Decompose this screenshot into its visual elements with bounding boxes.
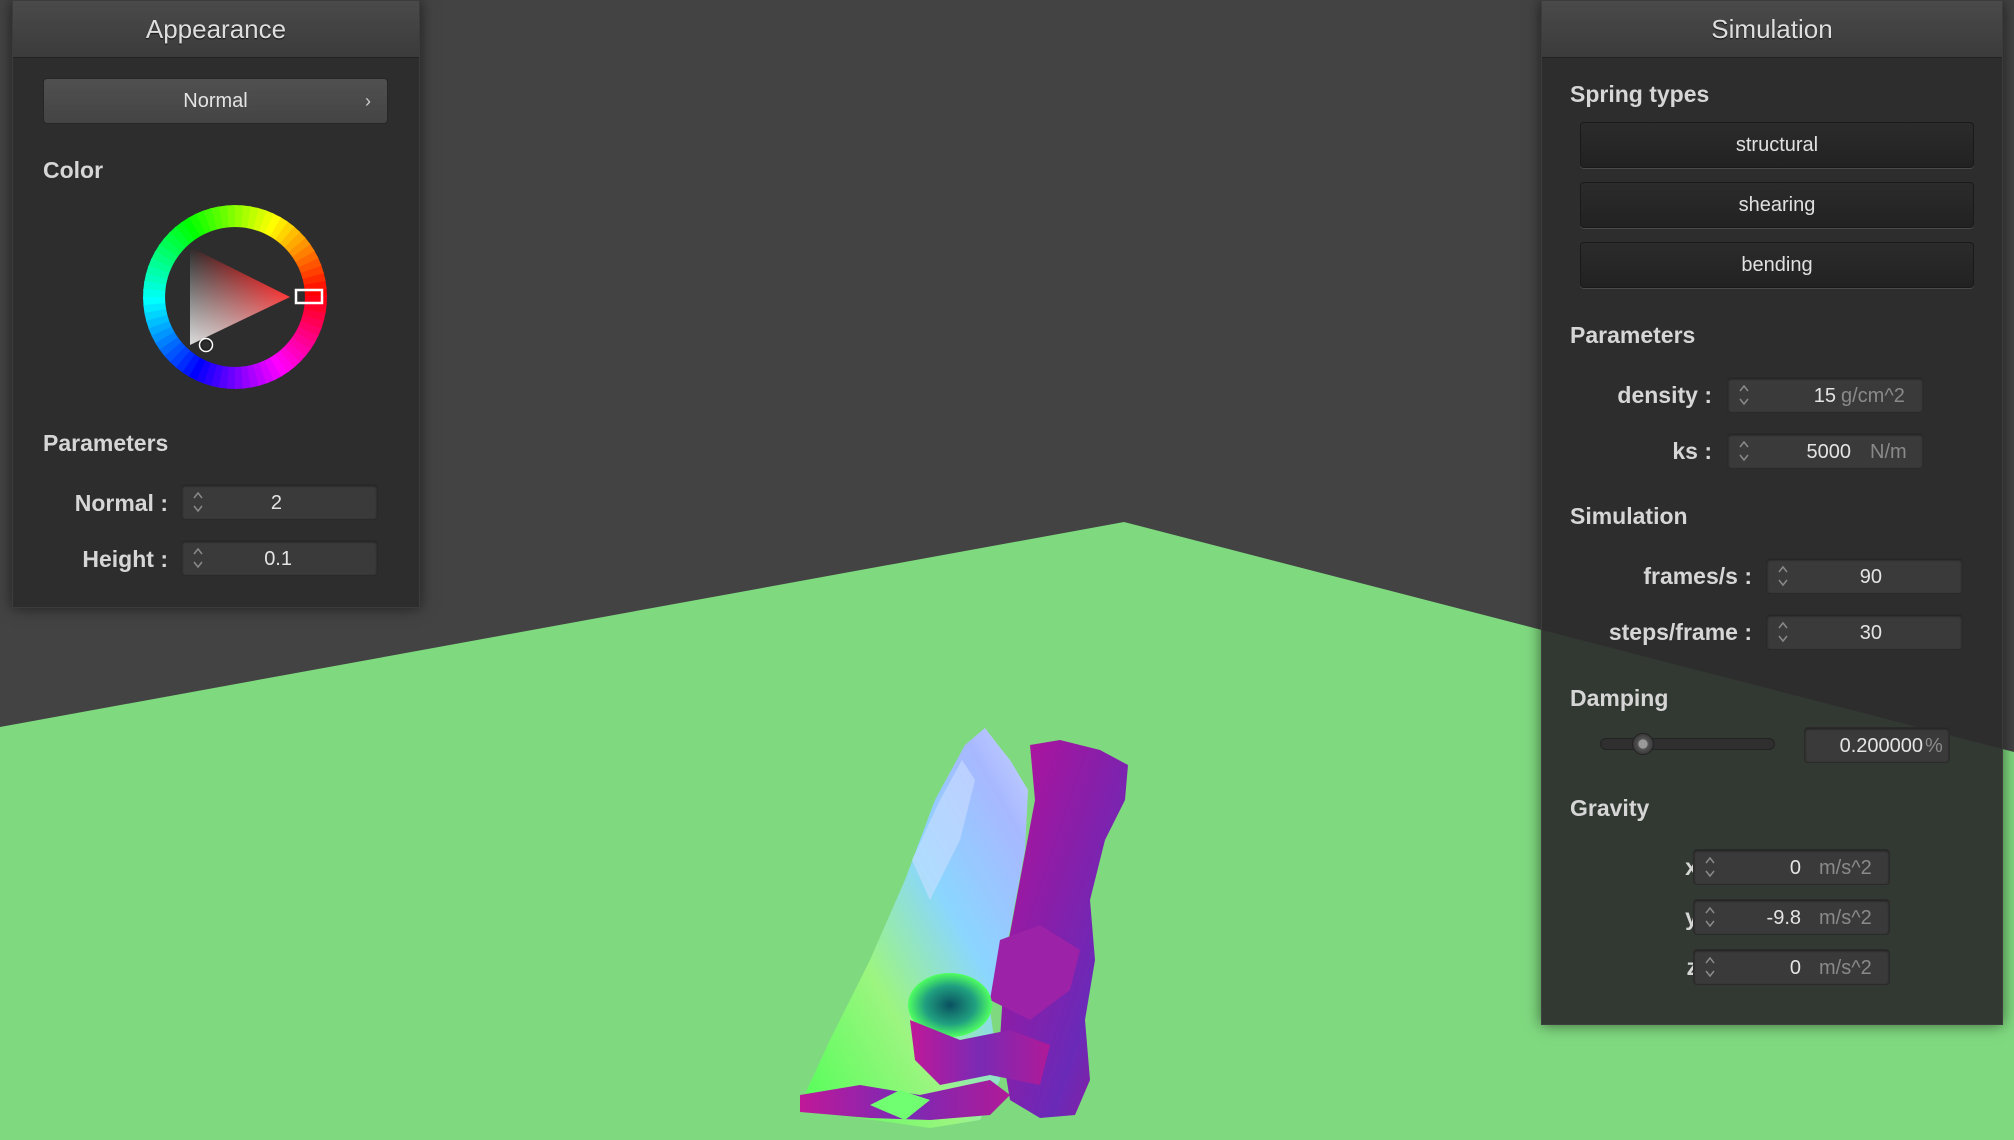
- spring-shearing-button[interactable]: shearing: [1580, 182, 1974, 228]
- gravity-x-value: 0: [1789, 857, 1801, 879]
- steps-spinbox[interactable]: 30: [1766, 614, 1963, 650]
- spinner-arrows-icon[interactable]: [192, 545, 204, 571]
- gravity-y-label: y :: [1685, 904, 1712, 930]
- spring-structural-button[interactable]: structural: [1580, 122, 1974, 168]
- ks-label: ks :: [1672, 438, 1712, 464]
- spring-types-title: Spring types: [1570, 81, 1710, 107]
- normal-value: 2: [270, 492, 282, 514]
- density-unit: g/cm^2: [1841, 385, 1905, 407]
- ks-unit: N/m: [1870, 441, 1907, 463]
- appearance-panel: Appearance Normal › Color Parameters Nor…: [12, 0, 420, 608]
- steps-label: steps/frame :: [1608, 619, 1752, 645]
- color-section-title: Color: [43, 157, 104, 183]
- appearance-panel-title[interactable]: Appearance: [13, 1, 419, 58]
- shader-select[interactable]: Normal ›: [43, 78, 388, 124]
- density-label: density :: [1617, 382, 1712, 408]
- chevron-right-icon: ›: [365, 91, 371, 111]
- spinner-arrows-icon[interactable]: [192, 489, 204, 515]
- fps-value: 90: [1859, 566, 1882, 588]
- spinner-arrows-icon[interactable]: [1704, 954, 1716, 980]
- shader-select-value: Normal: [183, 90, 248, 112]
- damping-value: 0.200000: [1839, 735, 1923, 757]
- steps-value: 30: [1859, 622, 1882, 644]
- spinner-arrows-icon[interactable]: [1777, 619, 1789, 645]
- damping-slider[interactable]: [1600, 733, 1775, 755]
- simulation-section-title: Simulation: [1570, 503, 1688, 529]
- gravity-z-spinbox[interactable]: 0 m/s^2: [1693, 949, 1890, 985]
- appearance-parameters-title: Parameters: [43, 430, 169, 456]
- spinner-arrows-icon[interactable]: [1777, 563, 1789, 589]
- height-value: 0.1: [264, 548, 292, 570]
- gravity-y-spinbox[interactable]: -9.8 m/s^2: [1693, 899, 1890, 935]
- normal-label: Normal :: [74, 490, 168, 516]
- height-label: Height :: [82, 546, 168, 572]
- ks-spinbox[interactable]: 5000 N/m: [1727, 433, 1924, 469]
- gravity-z-unit: m/s^2: [1819, 957, 1872, 979]
- spinner-arrows-icon[interactable]: [1738, 438, 1750, 464]
- sim-parameters-title: Parameters: [1570, 322, 1696, 348]
- gravity-z-value: 0: [1789, 957, 1801, 979]
- gravity-x-spinbox[interactable]: 0 m/s^2: [1693, 849, 1890, 885]
- spring-bending-button[interactable]: bending: [1580, 242, 1974, 288]
- spinner-arrows-icon[interactable]: [1704, 904, 1716, 930]
- normal-spinbox[interactable]: 2: [181, 484, 378, 520]
- height-spinbox[interactable]: 0.1: [181, 540, 378, 576]
- gravity-y-unit: m/s^2: [1819, 907, 1872, 929]
- damping-title: Damping: [1570, 685, 1669, 711]
- gravity-title: Gravity: [1570, 795, 1650, 821]
- damping-slider-knob[interactable]: [1631, 733, 1654, 755]
- color-wheel[interactable]: [128, 197, 328, 397]
- ks-value: 5000: [1806, 441, 1852, 463]
- simulation-panel-title[interactable]: Simulation: [1542, 1, 2002, 58]
- gravity-z-label: z :: [1562, 954, 1712, 981]
- gravity-x-unit: m/s^2: [1819, 857, 1872, 879]
- spinner-arrows-icon[interactable]: [1738, 382, 1750, 408]
- fps-spinbox[interactable]: 90: [1766, 558, 1963, 594]
- damping-field[interactable]: 0.200000 %: [1804, 727, 1950, 763]
- density-value: 15: [1813, 385, 1836, 407]
- gravity-y-value: -9.8: [1766, 907, 1801, 929]
- density-spinbox[interactable]: 15 g/cm^2: [1727, 377, 1924, 413]
- gravity-x-label: x :: [1685, 854, 1712, 880]
- damping-unit: %: [1925, 735, 1943, 757]
- simulation-panel: Simulation Spring types structural shear…: [1541, 0, 2003, 1025]
- fps-label: frames/s :: [1643, 563, 1752, 589]
- spinner-arrows-icon[interactable]: [1704, 854, 1716, 880]
